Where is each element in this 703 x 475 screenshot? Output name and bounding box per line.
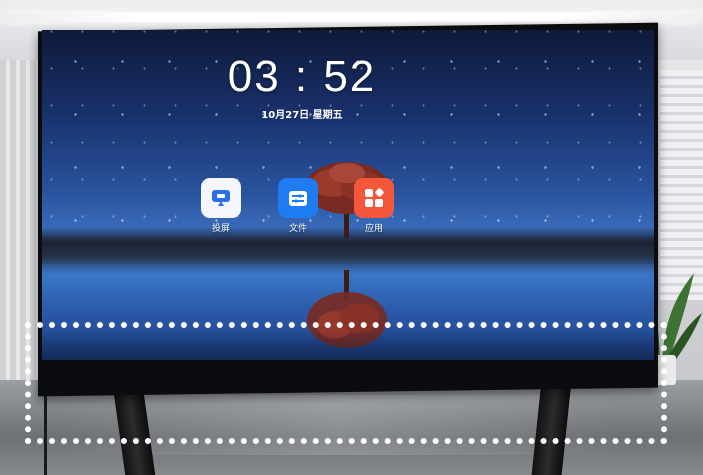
ceiling-light: [0, 12, 703, 22]
app-cast-label: 投屏: [211, 224, 230, 234]
app-store[interactable]: 应用: [351, 178, 397, 234]
app-store-label: 应用: [364, 224, 383, 234]
home-date: 10月27日 星期五: [261, 110, 343, 121]
selection-box: [25, 322, 667, 444]
home-clock: 03 : 52: [227, 52, 377, 101]
window-blinds: [660, 70, 703, 300]
app-files-label: 文件: [288, 224, 307, 234]
app-grid-icon: [354, 178, 394, 218]
app-cast[interactable]: 投屏: [198, 178, 244, 234]
app-files[interactable]: 文件: [275, 178, 321, 234]
screen-cast-icon: [201, 178, 241, 218]
file-manager-icon: [278, 178, 318, 218]
